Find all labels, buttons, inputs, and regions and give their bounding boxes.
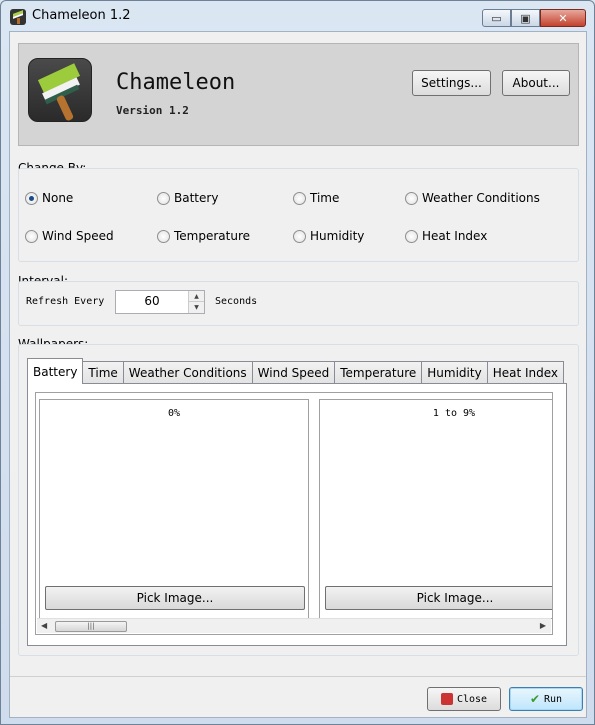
paintbrush-icon	[28, 58, 92, 122]
tab-humidity[interactable]: Humidity	[421, 361, 488, 383]
radio-unchecked-icon	[293, 191, 306, 205]
interval-spinbox[interactable]: 60 ▲ ▼	[115, 290, 205, 314]
radio-temperature[interactable]: Temperature	[157, 229, 250, 243]
tab-temperature[interactable]: Temperature	[334, 361, 423, 383]
wallpaper-tabs: Battery Time Weather Conditions Wind Spe…	[27, 358, 565, 384]
tab-panel: 0% Pick Image... 1 to 9% Pick Image... ◀…	[27, 383, 567, 646]
title-bar[interactable]: Chameleon 1.2 ▭ ▣ ✕	[1, 1, 594, 31]
minimize-icon: ▭	[491, 11, 502, 25]
radio-label: Wind Speed	[42, 229, 114, 243]
radio-unchecked-icon	[157, 191, 170, 205]
radio-unchecked-icon	[405, 229, 418, 243]
radio-unchecked-icon	[25, 229, 38, 243]
radio-heat-index[interactable]: Heat Index	[405, 229, 487, 243]
tab-time[interactable]: Time	[82, 361, 124, 383]
interval-value: 60	[144, 294, 160, 308]
radio-checked-icon	[25, 191, 38, 205]
radio-battery[interactable]: Battery	[157, 191, 218, 205]
pick-image-button[interactable]: Pick Image...	[325, 586, 552, 610]
close-button[interactable]: Close	[427, 687, 501, 711]
wallpaper-scroll-area: 0% Pick Image... 1 to 9% Pick Image... ◀…	[35, 392, 553, 635]
maximize-button[interactable]: ▣	[511, 9, 540, 27]
radio-humidity[interactable]: Humidity	[293, 229, 364, 243]
radio-label: Heat Index	[422, 229, 488, 243]
radio-label: Temperature	[174, 229, 251, 243]
tab-battery[interactable]: Battery	[27, 358, 84, 384]
radio-unchecked-icon	[157, 229, 170, 243]
pick-image-button[interactable]: Pick Image...	[45, 586, 305, 610]
wallpaper-slot: 0% Pick Image...	[39, 399, 309, 619]
tab-wind-speed[interactable]: Wind Speed	[251, 361, 336, 383]
radio-unchecked-icon	[293, 229, 306, 243]
app-window: Chameleon 1.2 ▭ ▣ ✕ Chameleon Version 1.…	[0, 0, 595, 725]
spin-up-icon[interactable]: ▲	[189, 291, 204, 302]
radio-label: Battery	[174, 191, 219, 205]
radio-wind-speed[interactable]: Wind Speed	[25, 229, 114, 243]
change-by-group	[18, 168, 579, 262]
window-title: Chameleon 1.2	[32, 8, 131, 23]
close-icon	[440, 693, 453, 705]
settings-button[interactable]: Settings...	[412, 70, 491, 96]
slot-label: 1 to 9%	[432, 408, 476, 419]
radio-label: None	[42, 191, 74, 205]
seconds-label: Seconds	[215, 296, 258, 307]
maximize-icon: ▣	[520, 11, 531, 25]
run-button-label: Run	[544, 693, 563, 705]
slot-label: 0%	[167, 408, 181, 419]
run-button[interactable]: ✔ Run	[509, 687, 583, 711]
scroll-thumb[interactable]: |||	[55, 621, 127, 632]
about-button[interactable]: About...	[502, 70, 570, 96]
radio-time[interactable]: Time	[293, 191, 339, 205]
app-icon	[10, 9, 26, 25]
close-button-label: Close	[456, 693, 488, 705]
radio-weather-conditions[interactable]: Weather Conditions	[405, 191, 540, 205]
horizontal-scrollbar[interactable]: ◀ ||| ▶	[37, 618, 551, 633]
header-panel: Chameleon Version 1.2 Settings... About.…	[18, 43, 579, 146]
close-icon: ✕	[558, 11, 568, 25]
scroll-right-icon[interactable]: ▶	[540, 621, 546, 630]
close-window-button[interactable]: ✕	[540, 9, 586, 27]
wallpaper-slot: 1 to 9% Pick Image...	[319, 399, 552, 619]
radio-unchecked-icon	[405, 191, 418, 205]
footer-divider	[10, 676, 586, 677]
radio-label: Time	[310, 191, 340, 205]
check-icon: ✔	[529, 692, 540, 706]
tab-weather-conditions[interactable]: Weather Conditions	[122, 361, 253, 383]
client-area: Chameleon Version 1.2 Settings... About.…	[9, 31, 587, 718]
app-version: Version 1.2	[116, 104, 189, 117]
refresh-every-label: Refresh Every	[26, 296, 105, 307]
radio-label: Weather Conditions	[422, 191, 540, 205]
minimize-button[interactable]: ▭	[482, 9, 511, 27]
scroll-left-icon[interactable]: ◀	[41, 621, 47, 630]
radio-none[interactable]: None	[25, 191, 73, 205]
app-name: Chameleon	[116, 70, 236, 95]
tab-heat-index[interactable]: Heat Index	[486, 361, 565, 383]
spin-down-icon[interactable]: ▼	[189, 302, 204, 313]
radio-label: Humidity	[310, 229, 365, 243]
